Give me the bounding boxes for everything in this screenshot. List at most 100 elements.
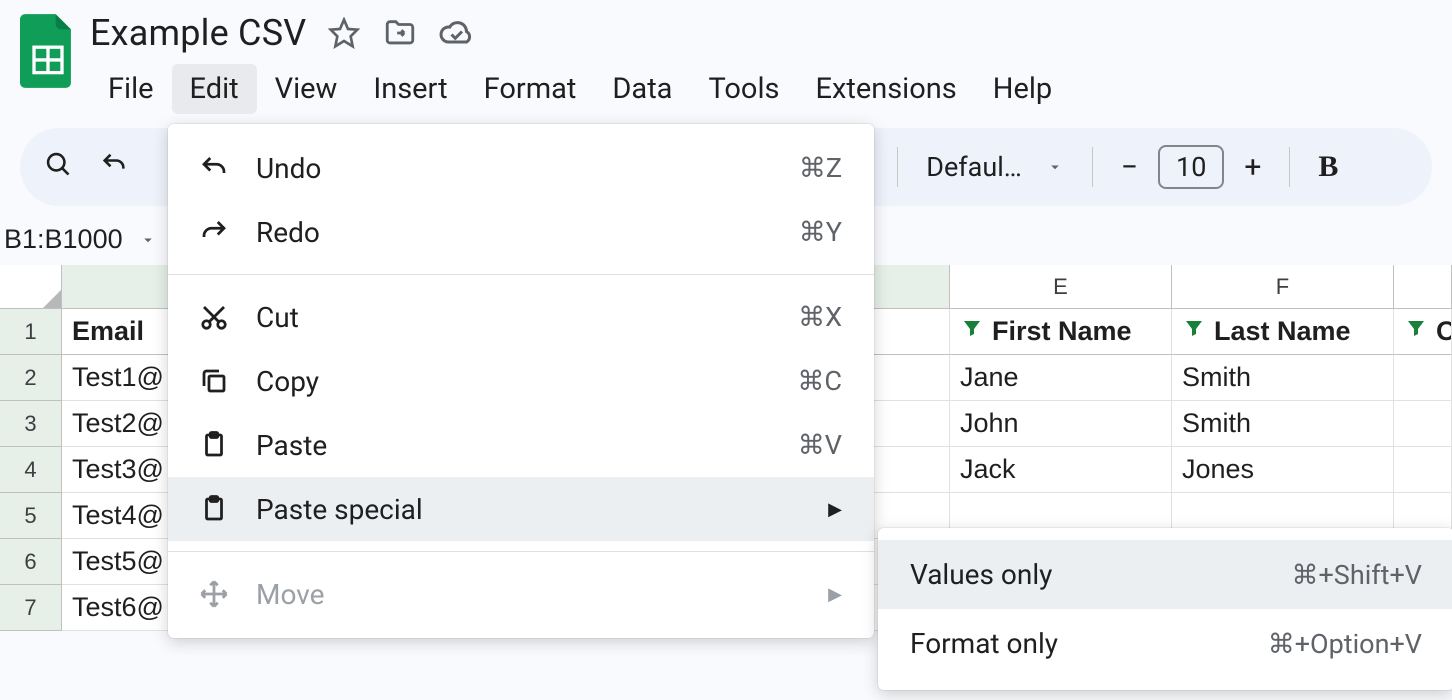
paste-icon <box>196 427 232 463</box>
font-size-control: − 10 + <box>1121 145 1262 189</box>
menu-file[interactable]: File <box>90 64 172 114</box>
menu-label: Redo <box>256 216 775 249</box>
menu-label: Move <box>256 578 804 611</box>
title-area: Example CSV File Edit View Insert Format… <box>90 12 1070 114</box>
menu-item-copy[interactable]: Copy ⌘C <box>168 349 874 413</box>
row-header[interactable]: 3 <box>0 401 62 447</box>
cloud-saved-icon[interactable] <box>438 15 474 51</box>
chevron-right-icon: ▶ <box>828 499 842 520</box>
cell[interactable]: Jane <box>950 355 1172 401</box>
sheets-logo <box>20 14 76 88</box>
menu-item-redo[interactable]: Redo ⌘Y <box>168 200 874 264</box>
decrease-font-button[interactable]: − <box>1121 150 1138 185</box>
cell[interactable]: Smith <box>1172 401 1394 447</box>
chevron-right-icon: ▶ <box>828 584 842 605</box>
name-box[interactable]: B1:B1000 <box>0 224 157 255</box>
row-header[interactable]: 1 <box>0 309 62 355</box>
cell-text: Smith <box>1182 362 1251 393</box>
separator <box>1289 147 1290 187</box>
cell-text: Email <box>72 316 144 347</box>
menu-shortcut: ⌘V <box>798 429 842 461</box>
menu-item-undo[interactable]: Undo ⌘Z <box>168 136 874 200</box>
search-icon[interactable] <box>44 150 72 185</box>
select-all-corner[interactable] <box>0 265 62 309</box>
menu-shortcut: ⌘+Option+V <box>1268 628 1422 660</box>
menu-format[interactable]: Format <box>466 64 595 114</box>
cell[interactable]: Jack <box>950 447 1172 493</box>
font-size-value[interactable]: 10 <box>1158 145 1224 189</box>
menu-item-paste[interactable]: Paste ⌘V <box>168 413 874 477</box>
submenu-item-format-only[interactable]: Format only ⌘+Option+V <box>878 609 1452 678</box>
col-header-g[interactable] <box>1394 265 1452 309</box>
edit-menu: Undo ⌘Z Redo ⌘Y Cut ⌘X Copy ⌘C Paste ⌘V … <box>168 124 874 638</box>
menu-label: Paste special <box>256 493 804 526</box>
star-icon[interactable] <box>326 15 362 51</box>
redo-icon <box>196 214 232 250</box>
increase-font-button[interactable]: + <box>1244 150 1261 185</box>
menu-label: Cut <box>256 301 774 334</box>
row-header[interactable]: 5 <box>0 493 62 539</box>
col-header-e[interactable]: E <box>950 265 1172 309</box>
menu-separator <box>168 551 874 552</box>
menu-help[interactable]: Help <box>975 64 1070 114</box>
menu-edit[interactable]: Edit <box>172 64 257 114</box>
separator <box>897 147 898 187</box>
cell-text: Jack <box>960 454 1016 485</box>
menu-data[interactable]: Data <box>594 64 690 114</box>
cell[interactable]: First Name <box>950 309 1172 355</box>
filter-icon[interactable] <box>1182 316 1206 347</box>
bold-button[interactable]: B <box>1318 150 1338 184</box>
paste-icon <box>196 491 232 527</box>
cell-text: Jones <box>1182 454 1254 485</box>
cell-text: Test3@ <box>72 454 164 485</box>
move-folder-icon[interactable] <box>382 15 418 51</box>
undo-icon[interactable] <box>100 150 128 185</box>
row-header[interactable]: 6 <box>0 539 62 585</box>
col-header-f[interactable]: F <box>1172 265 1394 309</box>
menu-insert[interactable]: Insert <box>355 64 465 114</box>
name-box-value: B1:B1000 <box>4 224 123 255</box>
row-header[interactable]: 2 <box>0 355 62 401</box>
cell-text: First Name <box>992 316 1132 347</box>
filter-icon[interactable] <box>960 316 984 347</box>
cell-text: Test5@ <box>72 546 164 577</box>
app-header: Example CSV File Edit View Insert Format… <box>0 0 1452 120</box>
cell[interactable]: Jones <box>1172 447 1394 493</box>
menu-shortcut: ⌘X <box>798 301 842 333</box>
row-header[interactable]: 4 <box>0 447 62 493</box>
cell-text: Test1@ <box>72 362 164 393</box>
copy-icon <box>196 363 232 399</box>
font-family-dropdown[interactable]: Defaul… <box>926 151 1064 183</box>
document-title[interactable]: Example CSV <box>90 12 306 54</box>
cut-icon <box>196 299 232 335</box>
cell[interactable] <box>1394 447 1452 493</box>
menu-item-cut[interactable]: Cut ⌘X <box>168 285 874 349</box>
menu-label: Paste <box>256 429 774 462</box>
cell[interactable]: Last Name <box>1172 309 1394 355</box>
menu-shortcut: ⌘Y <box>799 216 842 248</box>
cell[interactable] <box>1394 355 1452 401</box>
menubar: File Edit View Insert Format Data Tools … <box>90 64 1070 114</box>
menu-label: Undo <box>256 152 775 185</box>
separator <box>1092 147 1093 187</box>
cell[interactable] <box>1394 401 1452 447</box>
filter-icon[interactable] <box>1404 316 1428 347</box>
menu-separator <box>168 274 874 275</box>
row-header[interactable]: 7 <box>0 585 62 631</box>
menu-shortcut: ⌘Z <box>799 152 842 184</box>
menu-view[interactable]: View <box>257 64 356 114</box>
cell-text: Last Name <box>1214 316 1351 347</box>
menu-extensions[interactable]: Extensions <box>797 64 974 114</box>
cell[interactable]: Opt <box>1394 309 1452 355</box>
menu-label: Format only <box>910 627 1244 660</box>
cell-text: Test4@ <box>72 500 164 531</box>
cell-text: Jane <box>960 362 1019 393</box>
menu-label: Copy <box>256 365 773 398</box>
cell[interactable]: Smith <box>1172 355 1394 401</box>
menu-tools[interactable]: Tools <box>690 64 797 114</box>
cell[interactable]: John <box>950 401 1172 447</box>
submenu-item-values-only[interactable]: Values only ⌘+Shift+V <box>878 540 1452 609</box>
cell-text: Test6@ <box>72 592 164 623</box>
menu-item-paste-special[interactable]: Paste special ▶ <box>168 477 874 541</box>
paste-special-submenu: Values only ⌘+Shift+V Format only ⌘+Opti… <box>878 528 1452 690</box>
